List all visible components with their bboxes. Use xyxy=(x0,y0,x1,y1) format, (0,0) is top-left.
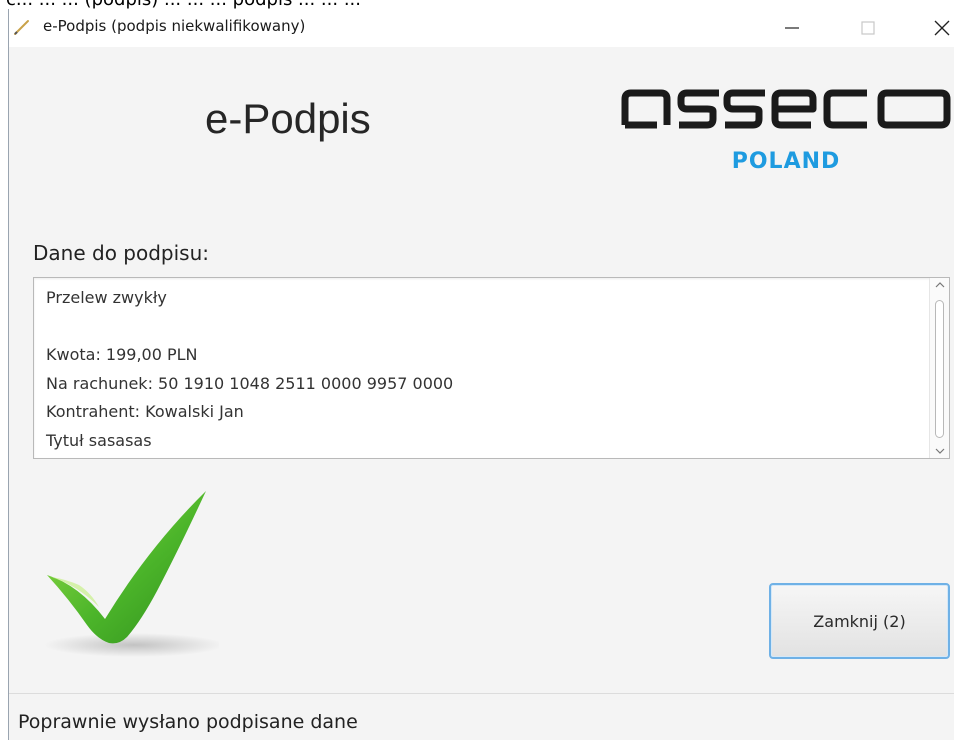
asseco-logo: POLAND xyxy=(621,85,951,185)
background-window-text: c... ... ... (podpis) ... ... ... podpis… xyxy=(6,0,361,9)
titlebar[interactable]: e-Podpis (podpis niekwalifikowany) xyxy=(9,9,954,47)
signing-data-line: Kwota: 199,00 PLN xyxy=(46,345,198,365)
scroll-thumb[interactable] xyxy=(935,300,944,438)
signing-data-line: Tytuł sasasas xyxy=(46,430,152,450)
pen-icon xyxy=(13,18,31,36)
status-message: Poprawnie wysłano podpisane dane xyxy=(18,711,358,733)
asseco-wordmark xyxy=(621,89,951,129)
vertical-scrollbar[interactable] xyxy=(929,278,949,458)
signing-data-line: Kontrahent: Kowalski Jan xyxy=(46,402,244,422)
signing-data-line: Przelew zwykły xyxy=(46,288,167,307)
checkmark-icon xyxy=(39,487,224,667)
scroll-down-icon[interactable] xyxy=(935,447,945,455)
signing-data-content: Przelew zwykły Kwota: 199,00 PLN Na rach… xyxy=(46,284,925,456)
signing-data-line xyxy=(46,313,925,342)
signing-data-label: Dane do podpisu: xyxy=(33,241,209,265)
minimize-icon xyxy=(785,27,799,29)
minimize-button[interactable] xyxy=(769,9,815,47)
signing-data-textarea[interactable]: Przelew zwykły Kwota: 199,00 PLN Na rach… xyxy=(33,277,950,459)
maximize-button[interactable] xyxy=(845,9,891,47)
close-button[interactable]: Zamknij (2) xyxy=(769,583,950,659)
background-window-strip: c... ... ... (podpis) ... ... ... podpis… xyxy=(0,0,954,9)
close-icon xyxy=(934,20,950,36)
close-window-button[interactable] xyxy=(919,9,954,47)
statusbar-divider xyxy=(9,693,954,694)
app-title: e-Podpis xyxy=(205,95,371,142)
logo-subtitle: POLAND xyxy=(731,149,841,174)
maximize-icon xyxy=(861,21,875,35)
signing-data-line: Na rachunek: 50 1910 1048 2511 0000 9957… xyxy=(46,373,454,393)
scroll-up-icon[interactable] xyxy=(935,281,945,289)
dialog-window: e-Podpis (podpis niekwalifikowany) e-Pod… xyxy=(8,9,954,740)
window-title: e-Podpis (podpis niekwalifikowany) xyxy=(43,17,306,35)
